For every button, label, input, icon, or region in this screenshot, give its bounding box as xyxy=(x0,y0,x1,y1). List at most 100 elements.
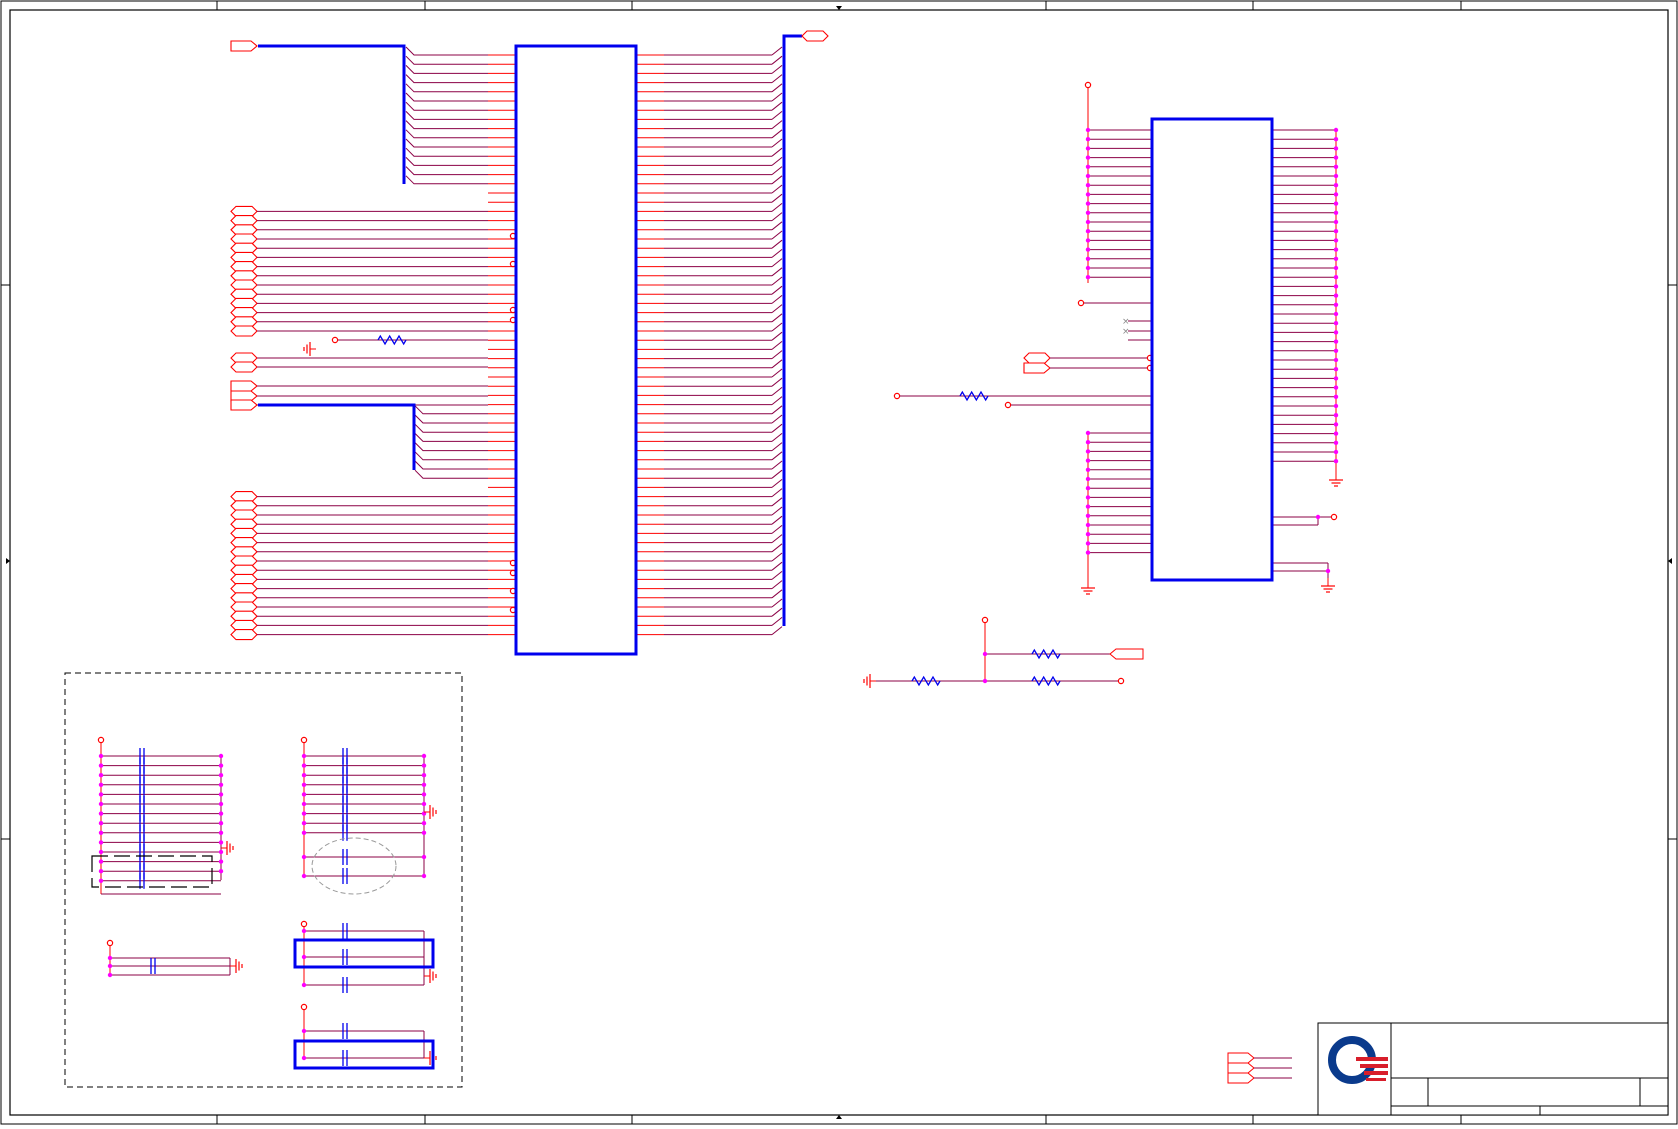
junction-dot xyxy=(1333,330,1339,335)
bus-entry xyxy=(771,552,783,562)
bus-entry xyxy=(771,239,783,249)
junction-dot xyxy=(1333,238,1339,243)
offpage-port xyxy=(230,564,258,576)
bus-entry xyxy=(405,74,488,84)
bus-entry xyxy=(405,83,488,93)
bus-entry xyxy=(771,525,783,534)
no-connect-mark: × xyxy=(1122,317,1130,327)
ground-symbol xyxy=(1321,578,1335,593)
offpage-port xyxy=(801,30,829,42)
bus-entry xyxy=(771,276,783,286)
bus-entry xyxy=(771,295,783,304)
power-terminal xyxy=(1117,677,1125,685)
bus-entry xyxy=(405,157,488,166)
bus-entry xyxy=(405,46,488,56)
bus-entry xyxy=(414,414,488,424)
junction-dot xyxy=(98,840,104,845)
junction-dot xyxy=(1085,219,1091,225)
junction-dot xyxy=(1085,449,1091,454)
junction-dot xyxy=(98,773,104,778)
series-resistor xyxy=(959,390,989,402)
bus-line xyxy=(258,44,406,184)
offpage-port xyxy=(230,491,258,503)
connector-symbol xyxy=(514,44,638,656)
bus-entry xyxy=(771,175,783,185)
bus-entry xyxy=(771,469,783,479)
junction-dot xyxy=(1085,146,1091,151)
bus-entry xyxy=(405,111,488,120)
power-terminal xyxy=(300,736,308,744)
schematic-sheet: × × xyxy=(0,0,1678,1125)
offpage-port xyxy=(230,215,258,227)
bus-entry xyxy=(405,129,488,139)
offpage-port xyxy=(230,261,258,273)
offpage-port xyxy=(230,546,258,558)
highlight-box xyxy=(293,1039,435,1070)
junction-dot xyxy=(982,678,988,684)
junction-dot xyxy=(218,840,224,845)
junction-dot xyxy=(107,972,113,978)
offpage-port xyxy=(230,610,258,622)
bus-entry xyxy=(771,534,783,543)
junction-dot xyxy=(1085,522,1091,528)
bus-entry xyxy=(405,55,488,65)
junction-dot xyxy=(421,763,427,768)
junction-dot xyxy=(1333,127,1339,133)
bus-entry xyxy=(771,617,783,626)
junction-dot xyxy=(1325,568,1331,574)
bus-entry xyxy=(771,83,783,93)
bus-entry xyxy=(771,267,783,277)
bus-entry xyxy=(405,101,488,111)
junction-dot xyxy=(1333,367,1339,372)
bus-entry xyxy=(771,506,783,516)
ground-symbol xyxy=(1081,580,1095,595)
bus-entry xyxy=(771,92,783,102)
bus-entry xyxy=(771,111,783,120)
power-terminal xyxy=(300,1003,308,1011)
junction-dot xyxy=(301,763,307,768)
power-terminal xyxy=(1084,81,1092,89)
bus-entry xyxy=(771,55,783,65)
resistor-zigzag xyxy=(1031,648,1061,660)
junction-dot xyxy=(1333,422,1339,427)
power-terminal xyxy=(1077,299,1085,307)
junction-dot xyxy=(301,821,307,826)
bus-entry xyxy=(771,423,783,433)
bus-entry xyxy=(405,92,488,102)
junction-dot xyxy=(1333,321,1339,326)
power-terminal xyxy=(1004,401,1012,409)
junction-dot xyxy=(1333,339,1339,344)
dashed-group-frame xyxy=(64,672,463,1088)
bus-entry xyxy=(405,147,488,157)
offpage-port xyxy=(230,555,258,567)
bus-entry xyxy=(414,423,488,433)
junction-dot xyxy=(1333,348,1339,353)
bus-entry xyxy=(414,442,488,452)
junction-dot xyxy=(1315,514,1321,520)
junction-dot xyxy=(1085,495,1091,500)
bus-entry xyxy=(771,626,783,635)
bus-entry xyxy=(414,451,488,461)
bus-entry xyxy=(771,598,783,608)
ground-symbol xyxy=(424,969,437,983)
junction-dot xyxy=(218,821,224,826)
bus-entry xyxy=(771,285,783,295)
junction-dot xyxy=(98,869,104,874)
offpage-port xyxy=(230,518,258,530)
junction-dot xyxy=(1085,247,1091,252)
sheet-border-inner xyxy=(9,9,1669,1116)
power-terminal xyxy=(106,939,114,947)
bus-line xyxy=(258,403,416,470)
offpage-port xyxy=(230,205,258,217)
bus-entry xyxy=(414,433,488,442)
power-terminal xyxy=(331,336,339,344)
junction-dot xyxy=(218,773,224,778)
power-terminal xyxy=(981,616,989,624)
junction-dot xyxy=(218,859,224,864)
bus-entry xyxy=(771,322,783,332)
power-terminal xyxy=(1330,513,1338,521)
junction-dot xyxy=(1085,201,1091,206)
junction-dot xyxy=(1085,229,1091,234)
junction-dot xyxy=(98,849,104,855)
junction-dot xyxy=(1333,265,1339,271)
